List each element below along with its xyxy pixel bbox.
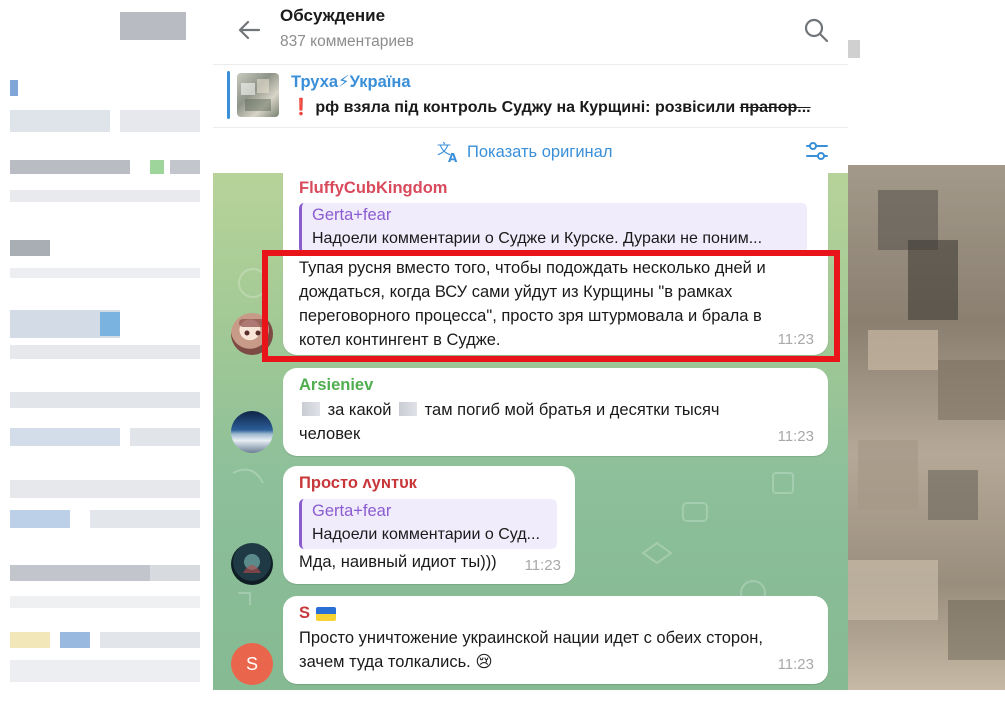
page-title: Обсуждение bbox=[280, 6, 386, 25]
avatar[interactable] bbox=[231, 411, 273, 453]
message-sender[interactable]: Просто ʌуɴтυк bbox=[299, 474, 417, 493]
discussion-header: Обсуждение 837 комментариев bbox=[213, 0, 848, 64]
exclamation-icon: ❗ bbox=[291, 99, 311, 116]
message-sender[interactable]: Arsieniev bbox=[299, 376, 373, 395]
svg-text:A: A bbox=[448, 151, 458, 164]
message-text: Мда, наивный идиот ты))) bbox=[299, 553, 497, 571]
pinned-accent-bar bbox=[227, 71, 230, 119]
search-button[interactable] bbox=[802, 16, 830, 44]
search-icon bbox=[804, 18, 829, 43]
message-sender[interactable]: FluffyCubKingdom bbox=[299, 179, 447, 198]
back-button[interactable] bbox=[233, 14, 265, 46]
blurred-left-panel bbox=[0, 0, 212, 702]
blurred-right-image bbox=[848, 0, 1005, 702]
reply-text: Надоели комментарии о Судже и Курске. Ду… bbox=[312, 230, 763, 247]
message-time: 11:23 bbox=[777, 331, 814, 348]
avatar[interactable] bbox=[231, 313, 273, 355]
pinned-thumbnail bbox=[237, 73, 279, 117]
message-text: Тупая русня вместо того, чтобы подождать… bbox=[299, 259, 766, 349]
pinned-post-text: ❗ рф взяла під контроль Суджу на Курщині… bbox=[291, 97, 836, 117]
message-bubble[interactable]: Arsieniev за какой там погиб мой братья … bbox=[283, 368, 828, 456]
translate-icon: 文 A bbox=[437, 142, 458, 164]
message-text: Просто уничтожение украинской нации идет… bbox=[299, 629, 763, 671]
avatar[interactable]: S bbox=[231, 643, 273, 685]
pinned-channel-name: Труха⚡Україна bbox=[291, 73, 411, 91]
message-sender[interactable]: S bbox=[299, 604, 337, 623]
telegram-discussion-panel: Обсуждение 837 комментариев Труха⚡Україн… bbox=[213, 0, 848, 690]
censored-emoji bbox=[302, 402, 320, 416]
chat-area[interactable]: FluffyCubKingdom Gerta+fear Надоели комм… bbox=[213, 173, 848, 690]
pinned-post[interactable]: Труха⚡Україна ❗ рф взяла під контроль Су… bbox=[213, 64, 848, 127]
message-time: 11:23 bbox=[777, 656, 814, 673]
reply-text: Надоели комментарии о Суд... bbox=[312, 526, 540, 543]
pinned-text-main: рф взяла під контроль Суджу на Курщині: … bbox=[315, 99, 740, 116]
message-time: 11:23 bbox=[524, 557, 561, 574]
message-bubble[interactable]: Просто ʌуɴтυк Gerta+fear Надоели коммент… bbox=[283, 466, 575, 584]
reply-sender: Gerta+fear bbox=[312, 206, 392, 224]
arrow-left-icon bbox=[238, 20, 261, 40]
message-time: 11:23 bbox=[777, 428, 814, 445]
message-bubble[interactable]: S Просто уничтожение украинской нации ид… bbox=[283, 596, 828, 684]
pinned-text-strike: прапор... bbox=[739, 99, 811, 116]
show-original-label: Показать оригинал bbox=[467, 142, 613, 161]
reply-quote[interactable]: Gerta+fear Надоели комментарии о Судже и… bbox=[299, 203, 807, 253]
message-bubble[interactable]: FluffyCubKingdom Gerta+fear Надоели комм… bbox=[283, 173, 828, 355]
avatar-letter: S bbox=[245, 653, 258, 674]
show-original-button[interactable]: 文 A Показать оригинал bbox=[437, 140, 612, 164]
translate-bar: 文 A Показать оригинал bbox=[213, 127, 848, 174]
reply-sender: Gerta+fear bbox=[312, 502, 392, 520]
comment-count: 837 комментариев bbox=[280, 33, 414, 50]
censored-emoji bbox=[399, 402, 418, 416]
avatar[interactable] bbox=[231, 543, 273, 585]
ukraine-flag-icon bbox=[316, 606, 337, 621]
sliders-icon bbox=[806, 142, 828, 160]
reply-quote[interactable]: Gerta+fear Надоели комментарии о Суд... bbox=[299, 499, 557, 549]
translate-settings-button[interactable] bbox=[804, 138, 830, 164]
message-text: за какой там погиб мой братья и десятки … bbox=[299, 401, 720, 443]
